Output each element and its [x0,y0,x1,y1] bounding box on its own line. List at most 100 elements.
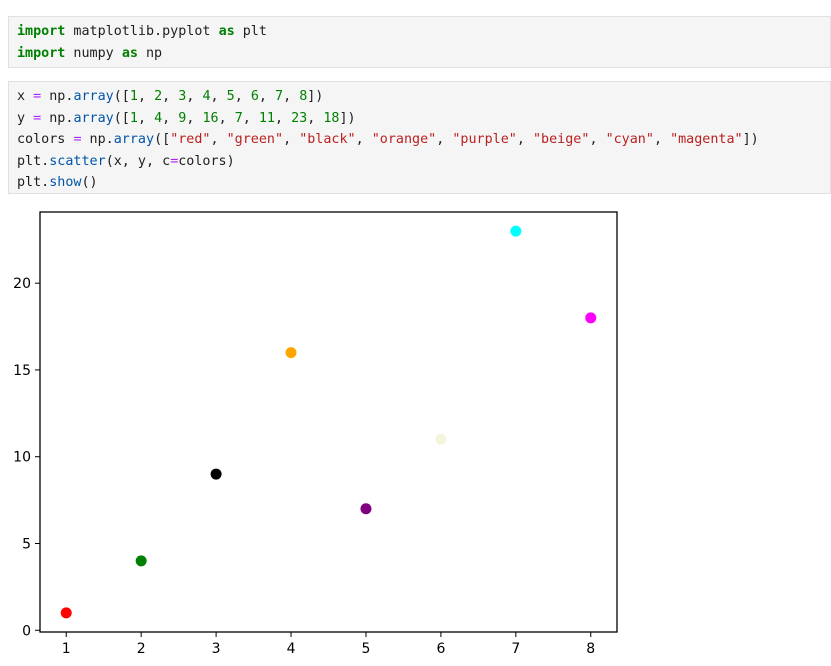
code-token: , [186,110,203,126]
y-tick-label: 5 [22,536,31,552]
y-tick-label: 10 [13,450,31,466]
y-tick-label: 0 [22,623,31,639]
code-token: , [653,132,671,147]
code-token: numpy [65,45,122,61]
code-token: import [17,24,66,39]
scatter-point [60,607,72,619]
code-token: as [218,24,235,39]
code-token: 4 [154,110,163,126]
code-token: (x, y, c [105,153,171,169]
scatter-point [285,347,297,359]
code-token: , [275,110,292,126]
code-token: y [17,110,34,126]
code-line: import matplotlib.pyplot as plt [17,21,822,43]
code-token: 16 [202,110,219,126]
scatter-point [210,468,222,480]
code-token: , [162,110,179,126]
code-token: scatter [49,153,106,169]
code-token: "green" [226,132,284,147]
code-token: 1 [129,110,138,126]
y-tick-label: 20 [13,276,31,292]
code-token: , [137,89,155,104]
scatter-point [510,225,522,237]
code-cell-scatter[interactable]: x = np.array([1, 2, 3, 4, 5, 6, 7, 8]) y … [8,81,831,194]
code-token: , [283,89,300,104]
code-token: , [210,89,227,104]
code-token: , [186,89,203,104]
code-token: plt [234,24,267,39]
code-token: matplotlib.pyplot [65,24,219,39]
code-token: "orange" [371,132,437,147]
code-token: () [81,175,98,190]
x-tick-label: 2 [137,641,146,657]
code-token: 5 [226,89,235,104]
code-cell-imports[interactable]: import matplotlib.pyplot as plt import nu… [8,16,831,68]
code-token: , [355,132,372,147]
code-token: 7 [234,110,243,126]
code-token: , [258,89,275,104]
code-token: 11 [258,110,275,126]
code-token: colors) [178,153,235,169]
code-token: , [436,132,453,147]
x-tick-label: 8 [586,641,595,657]
code-line: y = np.array([1, 4, 9, 16, 7, 11, 23, 18… [17,108,822,130]
scatter-point [360,503,372,515]
code-token: 4 [202,89,211,104]
code-line: plt.scatter(x, y, c=colors) [17,151,822,173]
code-token: , [589,132,606,147]
code-token: "purple" [452,132,517,147]
code-token: , [242,110,259,126]
code-token: "magenta" [670,132,743,147]
code-token: , [210,132,227,147]
code-token: as [121,45,138,61]
code-line: import numpy as np [17,43,822,65]
code-line: colors = np.array(["red", "green", "blac… [17,129,822,151]
code-token: , [137,110,155,126]
code-token: np. [81,132,114,147]
code-token: 23 [291,110,308,126]
scatter-point [585,312,597,324]
scatter-point [135,555,147,567]
code-token: , [516,132,533,147]
code-line: x = np.array([1, 2, 3, 4, 5, 6, 7, 8]) [17,86,822,108]
code-token: , [307,110,324,126]
code-token: = [33,110,42,126]
scatter-point [435,433,447,445]
y-tick-label: 15 [13,363,31,379]
x-tick-label: 3 [212,641,221,657]
code-token: colors [17,132,74,147]
code-token: , [218,110,235,126]
x-tick-label: 1 [62,641,71,657]
code-token: x [17,89,34,104]
code-token: ]) [339,110,356,126]
code-token: 1 [129,89,138,104]
code-token: np. [41,89,74,104]
code-token: 7 [275,89,284,104]
x-tick-label: 4 [287,641,296,657]
code-token: ]) [307,89,324,104]
plot-axes-frame [39,211,618,633]
code-token: "cyan" [605,132,654,147]
code-token: array [73,89,114,104]
code-token: = [33,89,42,104]
code-token: "beige" [533,132,590,147]
code-token: 2 [154,89,163,104]
code-token: array [73,110,114,126]
code-token: np [137,45,163,61]
scatter-plot-output: 1 2 3 4 5 6 7 8 0 5 10 15 20 [13,211,618,657]
code-token: ([ [154,132,171,147]
code-token: , [162,89,179,104]
code-token: = [73,132,82,147]
x-tick-label: 5 [362,641,371,657]
x-tick-label: 6 [436,641,445,657]
code-token: import [17,45,66,61]
code-line: plt.show() [17,172,822,194]
code-token: ([ [113,89,130,104]
code-token: 18 [323,110,340,126]
code-token: "red" [170,132,211,147]
code-token: ]) [742,132,759,147]
code-token: show [49,175,82,190]
code-token: plt. [17,175,50,190]
code-token: np. [41,110,74,126]
code-token: array [113,132,155,147]
